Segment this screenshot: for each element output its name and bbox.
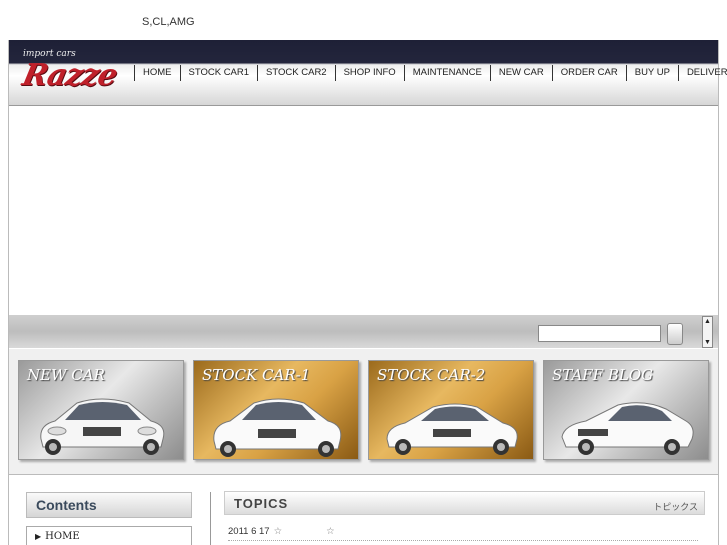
scroll-down-icon[interactable]: ▼ — [704, 338, 711, 347]
nav-buy-up[interactable]: BUY UP — [625, 65, 678, 81]
banner-title: NEW CAR — [27, 366, 105, 384]
page: S,CL,AMG import cars Razze HOME STOCK CA… — [0, 0, 727, 545]
star-icon: ☆ — [273, 526, 283, 537]
car-image — [213, 398, 342, 457]
car-image — [561, 402, 694, 455]
banner-title: STOCK CAR-1 — [202, 366, 311, 384]
banner-stock-car-2[interactable]: STOCK CAR-2 — [368, 360, 534, 460]
scroll-up-icon[interactable]: ▲ — [704, 317, 711, 326]
site-tagline: S,CL,AMG — [142, 16, 195, 28]
nav-order-car[interactable]: ORDER CAR — [551, 65, 626, 81]
sidebar-item-home[interactable]: ▶ HOME — [26, 526, 192, 545]
search-input[interactable] — [538, 325, 661, 342]
banner-title: STOCK CAR-2 — [377, 366, 486, 384]
topics-title: TOPICS — [234, 496, 289, 511]
nav-stock-car1[interactable]: STOCK CAR1 — [179, 65, 258, 81]
section-divider — [9, 474, 718, 475]
sidebar-title: Contents — [26, 492, 192, 518]
topics-header: TOPICS トピックス — [224, 491, 705, 515]
nav-delivery[interactable]: DELIVERY — [677, 65, 727, 81]
search-button[interactable] — [667, 323, 683, 345]
topics-subtitle: トピックス — [653, 502, 698, 512]
site-header: import cars Razze HOME STOCK CAR1 STOCK … — [9, 40, 727, 106]
search-bar — [9, 315, 718, 348]
nav-shop-info[interactable]: SHOP INFO — [334, 65, 404, 81]
banner-title: STAFF BLOG — [552, 366, 654, 384]
site-logo[interactable]: Razze — [19, 58, 120, 93]
topic-date: 2011 6 17 — [228, 526, 270, 537]
main-nav: HOME STOCK CAR1 STOCK CAR2 SHOP INFO MAI… — [134, 65, 727, 81]
arrow-right-icon: ▶ — [35, 532, 42, 541]
nav-home[interactable]: HOME — [134, 65, 180, 81]
nav-new-car[interactable]: NEW CAR — [489, 65, 552, 81]
nav-maintenance[interactable]: MAINTENANCE — [403, 65, 490, 81]
page-scrollbar[interactable]: ▲ ▼ — [702, 316, 713, 348]
sidebar-item-label: HOME — [45, 531, 80, 542]
nav-stock-car2[interactable]: STOCK CAR2 — [257, 65, 335, 81]
star-icon: ☆ — [326, 526, 335, 537]
banner-new-car[interactable]: NEW CAR — [18, 360, 184, 460]
main-frame: import cars Razze HOME STOCK CAR1 STOCK … — [8, 40, 727, 545]
car-image — [40, 398, 165, 455]
hero-area — [9, 107, 718, 315]
banner-row: NEW CAR STOCK CAR-1 STOCK CAR-2 STAFF BL… — [9, 349, 718, 474]
car-image — [386, 403, 518, 455]
banner-staff-blog[interactable]: STAFF BLOG — [543, 360, 709, 460]
topic-entry[interactable]: 2011 6 17 ☆ ☆ — [228, 526, 698, 541]
banner-stock-car-1[interactable]: STOCK CAR-1 — [193, 360, 359, 460]
column-divider — [210, 492, 211, 545]
